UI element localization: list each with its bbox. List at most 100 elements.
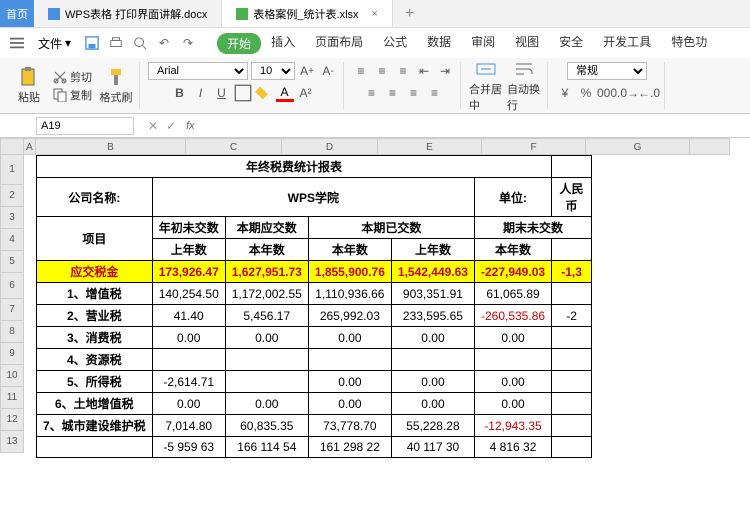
- app-menu-icon[interactable]: [6, 32, 28, 54]
- row-header-10[interactable]: 10: [0, 365, 24, 387]
- cell[interactable]: 265,992.03: [308, 305, 391, 327]
- home-tab[interactable]: 首页: [0, 0, 34, 27]
- file-menu[interactable]: 文件▾: [30, 35, 79, 52]
- unit-label[interactable]: 单位:: [474, 178, 551, 217]
- cell[interactable]: [552, 283, 592, 305]
- cell[interactable]: -1,3: [552, 261, 592, 283]
- company-label[interactable]: 公司名称:: [37, 178, 153, 217]
- save-icon[interactable]: [81, 32, 103, 54]
- cell[interactable]: [552, 327, 592, 349]
- menu-插入[interactable]: 插入: [261, 33, 305, 54]
- row-header-11[interactable]: 11: [0, 387, 24, 409]
- cell[interactable]: [552, 239, 592, 261]
- menu-审阅[interactable]: 审阅: [461, 33, 505, 54]
- cell[interactable]: 0.00: [225, 393, 308, 415]
- row-header-9[interactable]: 9: [0, 343, 24, 365]
- align-right-icon[interactable]: ≡: [405, 84, 423, 102]
- bold-icon[interactable]: B: [171, 84, 189, 102]
- cell[interactable]: 0.00: [391, 371, 474, 393]
- cancel-icon[interactable]: ✕: [144, 119, 162, 133]
- cell[interactable]: 1,855,900.76: [308, 261, 391, 283]
- unit-value[interactable]: 人民币: [552, 178, 592, 217]
- cell[interactable]: 1,110,936.66: [308, 283, 391, 305]
- percent-icon[interactable]: %: [577, 84, 595, 102]
- preview-icon[interactable]: [129, 32, 151, 54]
- wrap-text-button[interactable]: 自动换行: [507, 59, 541, 113]
- col-header-E[interactable]: E: [378, 138, 482, 155]
- row-header-2[interactable]: 2: [0, 185, 24, 207]
- cell[interactable]: [552, 415, 592, 437]
- cell[interactable]: 0.00: [474, 327, 551, 349]
- cell[interactable]: 0.00: [152, 393, 225, 415]
- hdr-paid[interactable]: 本期已交数: [308, 217, 474, 239]
- font-name-select[interactable]: Arial: [148, 62, 248, 80]
- indent-right-icon[interactable]: ⇥: [436, 62, 454, 80]
- new-tab-button[interactable]: +: [393, 5, 426, 23]
- row-header-1[interactable]: 1: [0, 155, 24, 185]
- row-name[interactable]: [37, 437, 153, 458]
- cell[interactable]: -2,614.71: [152, 371, 225, 393]
- cell[interactable]: 166 114 54: [225, 437, 308, 458]
- row-name[interactable]: 5、所得税: [37, 371, 153, 393]
- cell[interactable]: 0.00: [391, 327, 474, 349]
- row-header-13[interactable]: 13: [0, 431, 24, 453]
- cell[interactable]: 上年数: [391, 239, 474, 261]
- indent-left-icon[interactable]: ⇤: [415, 62, 433, 80]
- col-header-C[interactable]: C: [186, 138, 282, 155]
- cell[interactable]: 0.00: [474, 371, 551, 393]
- cell[interactable]: [225, 371, 308, 393]
- cell[interactable]: [24, 178, 37, 217]
- underline-icon[interactable]: U: [213, 84, 231, 102]
- border-icon[interactable]: [234, 84, 252, 102]
- cell[interactable]: 903,351.91: [391, 283, 474, 305]
- cell[interactable]: -12,943.35: [474, 415, 551, 437]
- cell[interactable]: [24, 349, 37, 371]
- cell[interactable]: 0.00: [308, 327, 391, 349]
- fx-icon[interactable]: fx: [180, 120, 201, 132]
- align-bot-icon[interactable]: ≡: [394, 62, 412, 80]
- cell[interactable]: [24, 305, 37, 327]
- row-header-4[interactable]: 4: [0, 229, 24, 251]
- cell[interactable]: [24, 393, 37, 415]
- select-all-corner[interactable]: [0, 138, 24, 155]
- spreadsheet-grid[interactable]: 12345678910111213 年终税费统计报表公司名称:WPS学院单位:人…: [0, 155, 750, 458]
- hdr-begin[interactable]: 年初未交数: [152, 217, 225, 239]
- cell[interactable]: 7,014.80: [152, 415, 225, 437]
- inc-decimal-icon[interactable]: .0→: [619, 84, 637, 102]
- hdr-item[interactable]: 项目: [37, 217, 153, 261]
- cell[interactable]: 73,778.70: [308, 415, 391, 437]
- cell[interactable]: [225, 349, 308, 371]
- name-box[interactable]: [36, 117, 134, 135]
- currency-icon[interactable]: ¥: [556, 84, 574, 102]
- menu-页面布局[interactable]: 页面布局: [305, 33, 373, 54]
- doc-tab-1[interactable]: WPS表格 打印界面讲解.docx: [34, 0, 222, 27]
- cell[interactable]: [24, 261, 37, 283]
- row-header-3[interactable]: 3: [0, 207, 24, 229]
- col-header-D[interactable]: D: [282, 138, 378, 155]
- cell[interactable]: 161 298 22: [308, 437, 391, 458]
- dec-decimal-icon[interactable]: ←.0: [640, 84, 658, 102]
- font-size-select[interactable]: 10: [251, 62, 295, 80]
- row-name[interactable]: 2、营业税: [37, 305, 153, 327]
- cell[interactable]: 0.00: [474, 393, 551, 415]
- cell[interactable]: 本年数: [225, 239, 308, 261]
- cell[interactable]: 1,172,002.55: [225, 283, 308, 305]
- col-header-F[interactable]: F: [482, 138, 586, 155]
- confirm-icon[interactable]: ✓: [162, 119, 180, 133]
- row-name[interactable]: 6、土地增值税: [37, 393, 153, 415]
- cell[interactable]: -5 959 63: [152, 437, 225, 458]
- cell[interactable]: [24, 239, 37, 261]
- hdr-unpaid[interactable]: 期末未交数: [474, 217, 591, 239]
- increase-font-icon[interactable]: A+: [298, 62, 316, 80]
- cell[interactable]: 60,835.35: [225, 415, 308, 437]
- cell[interactable]: 61,065.89: [474, 283, 551, 305]
- cell[interactable]: 4 816 32: [474, 437, 551, 458]
- col-header-G[interactable]: G: [586, 138, 690, 155]
- menu-视图[interactable]: 视图: [505, 33, 549, 54]
- doc-tab-2[interactable]: 表格案例_统计表.xlsx ×: [222, 0, 393, 27]
- report-title[interactable]: 年终税费统计报表: [37, 156, 552, 178]
- cell[interactable]: 55,228.28: [391, 415, 474, 437]
- cell[interactable]: [474, 349, 551, 371]
- hdr-due[interactable]: 本期应交数: [225, 217, 308, 239]
- col-header-A[interactable]: A: [24, 138, 36, 155]
